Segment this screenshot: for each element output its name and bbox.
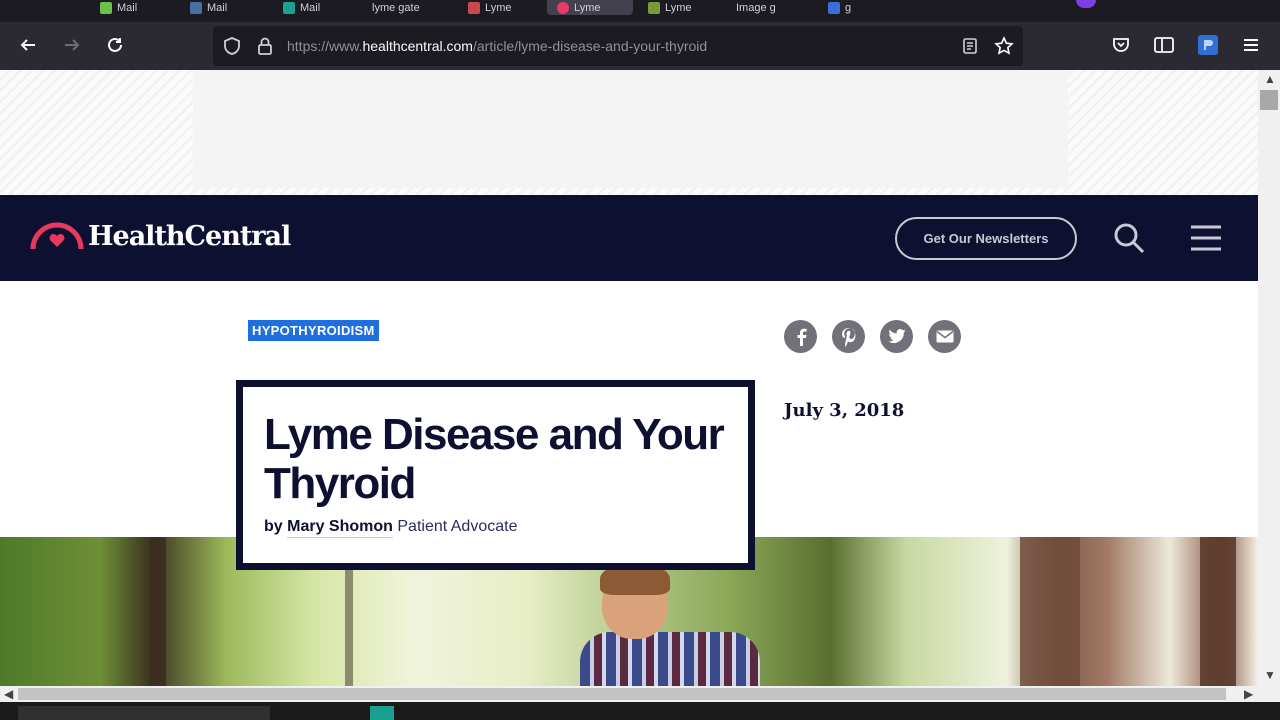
browser-tab[interactable]: Mail [283,0,320,15]
scroll-down-arrow-icon[interactable]: ▼ [1264,668,1276,682]
tab-favicon-icon [468,1,480,14]
browser-toolbar: https://www.healthcentral.com/article/ly… [0,22,1280,70]
url-text[interactable]: https://www.healthcentral.com/article/ly… [287,38,707,54]
tree-trunk [1020,537,1080,686]
url-path: /article/lyme-disease-and-your-thyroid [472,38,708,54]
horizontal-scroll-thumb[interactable] [18,688,1226,700]
taskbar-item[interactable] [370,706,394,720]
search-icon[interactable] [1112,221,1146,255]
lock-icon [258,37,272,55]
tab-favicon-icon [283,1,295,14]
browser-tab[interactable]: Image g [736,0,776,15]
url-prefix: https://www. [287,38,363,54]
profile-avatar[interactable] [1076,0,1096,8]
tab-favicon-icon [557,1,569,14]
social-share-bar [784,320,961,353]
browser-tab[interactable]: Mail [100,0,137,15]
tab-favicon-icon [100,1,112,14]
tab-label: Mail [207,1,228,14]
pocket-button[interactable] [1106,30,1136,60]
tab-label: Lyme [574,1,601,14]
bookmark-star-icon[interactable] [994,36,1014,56]
newsletter-button[interactable]: Get Our Newsletters [895,217,1077,260]
browser-tab[interactable]: Mail [190,0,227,15]
site-header: HealthCentral Get Our Newsletters [0,195,1258,281]
article-title: Lyme Disease and Your Thyroid [264,410,725,508]
arrow-right-icon [65,39,80,51]
browser-tab[interactable]: g [828,0,851,15]
ad-placeholder [0,70,1258,195]
back-button[interactable] [13,30,43,60]
publish-date: July 3, 2018 [784,400,905,421]
scroll-right-arrow-icon[interactable]: ▶ [1244,687,1253,701]
shield-icon [224,37,240,55]
scroll-left-arrow-icon[interactable]: ◀ [4,687,13,701]
browser-tab[interactable]: lyme gate [372,0,420,15]
taskbar-item[interactable] [18,706,270,720]
hamburger-menu-icon [1244,39,1258,51]
tab-favicon-icon [190,1,202,14]
vertical-scrollbar[interactable]: ▲ ▼ [1258,70,1280,686]
heart-logo-icon [30,222,84,249]
tree-trunk [1200,537,1236,686]
address-bar[interactable]: https://www.healthcentral.com/article/ly… [213,26,1023,66]
tab-favicon-icon [828,1,840,14]
site-logo[interactable]: HealthCentral [30,221,291,252]
browser-tab-strip: Mail Mail Mail lyme gate Lyme Lyme Lyme … [0,0,1280,22]
scroll-up-arrow-icon[interactable]: ▲ [1264,72,1276,86]
arrow-left-icon [20,39,35,51]
category-tag[interactable]: HYPOTHYROIDISM [248,320,379,341]
tab-label: Mail [300,1,321,14]
child-figure [580,632,760,686]
extension-button[interactable] [1193,30,1223,60]
author-link[interactable]: Mary Shomon [287,518,393,538]
reader-view-icon[interactable] [961,37,979,55]
sidebar-toggle-button[interactable] [1149,30,1179,60]
pinterest-icon [841,327,855,347]
article-byline: by Mary Shomon Patient Advocate [264,518,518,538]
menu-icon[interactable] [1190,223,1222,253]
tab-favicon-icon [648,1,660,14]
pinterest-share-button[interactable] [832,320,865,353]
page-viewport: HealthCentral Get Our Newsletters HYPOTH… [0,70,1258,686]
reload-icon [108,37,122,52]
ad-slot [193,70,1068,188]
sidebar-icon [1154,37,1174,53]
browser-tab[interactable]: Lyme [648,0,692,15]
author-role: Patient Advocate [397,518,518,535]
byline-prefix: by [264,518,283,535]
os-taskbar [0,702,1280,720]
twitter-icon [888,329,905,344]
reload-button[interactable] [100,30,130,60]
article-title-card: Lyme Disease and Your Thyroid by Mary Sh… [236,380,755,570]
extension-icon [1198,35,1218,55]
tab-label: g [845,1,852,14]
tree-trunk [150,537,166,686]
twitter-share-button[interactable] [880,320,913,353]
forward-button[interactable] [57,30,87,60]
vertical-scroll-thumb[interactable] [1260,90,1278,110]
app-menu-button[interactable] [1236,30,1266,60]
facebook-share-button[interactable] [784,320,817,353]
logo-text: HealthCentral [88,221,291,252]
pocket-icon [1113,38,1129,52]
url-domain: healthcentral.com [362,38,473,54]
tab-label: Mail [117,1,138,14]
tab-label: Image g [736,1,776,14]
tab-label: lyme gate [372,1,420,14]
email-icon [936,330,953,343]
horizontal-scrollbar[interactable]: ◀ ▶ [0,686,1280,702]
browser-tab-active[interactable]: Lyme [547,0,633,15]
tab-label: Lyme [485,1,512,14]
browser-tab[interactable]: Lyme [468,0,512,15]
email-share-button[interactable] [928,320,961,353]
facebook-icon [797,328,807,346]
tab-label: Lyme [665,1,692,14]
